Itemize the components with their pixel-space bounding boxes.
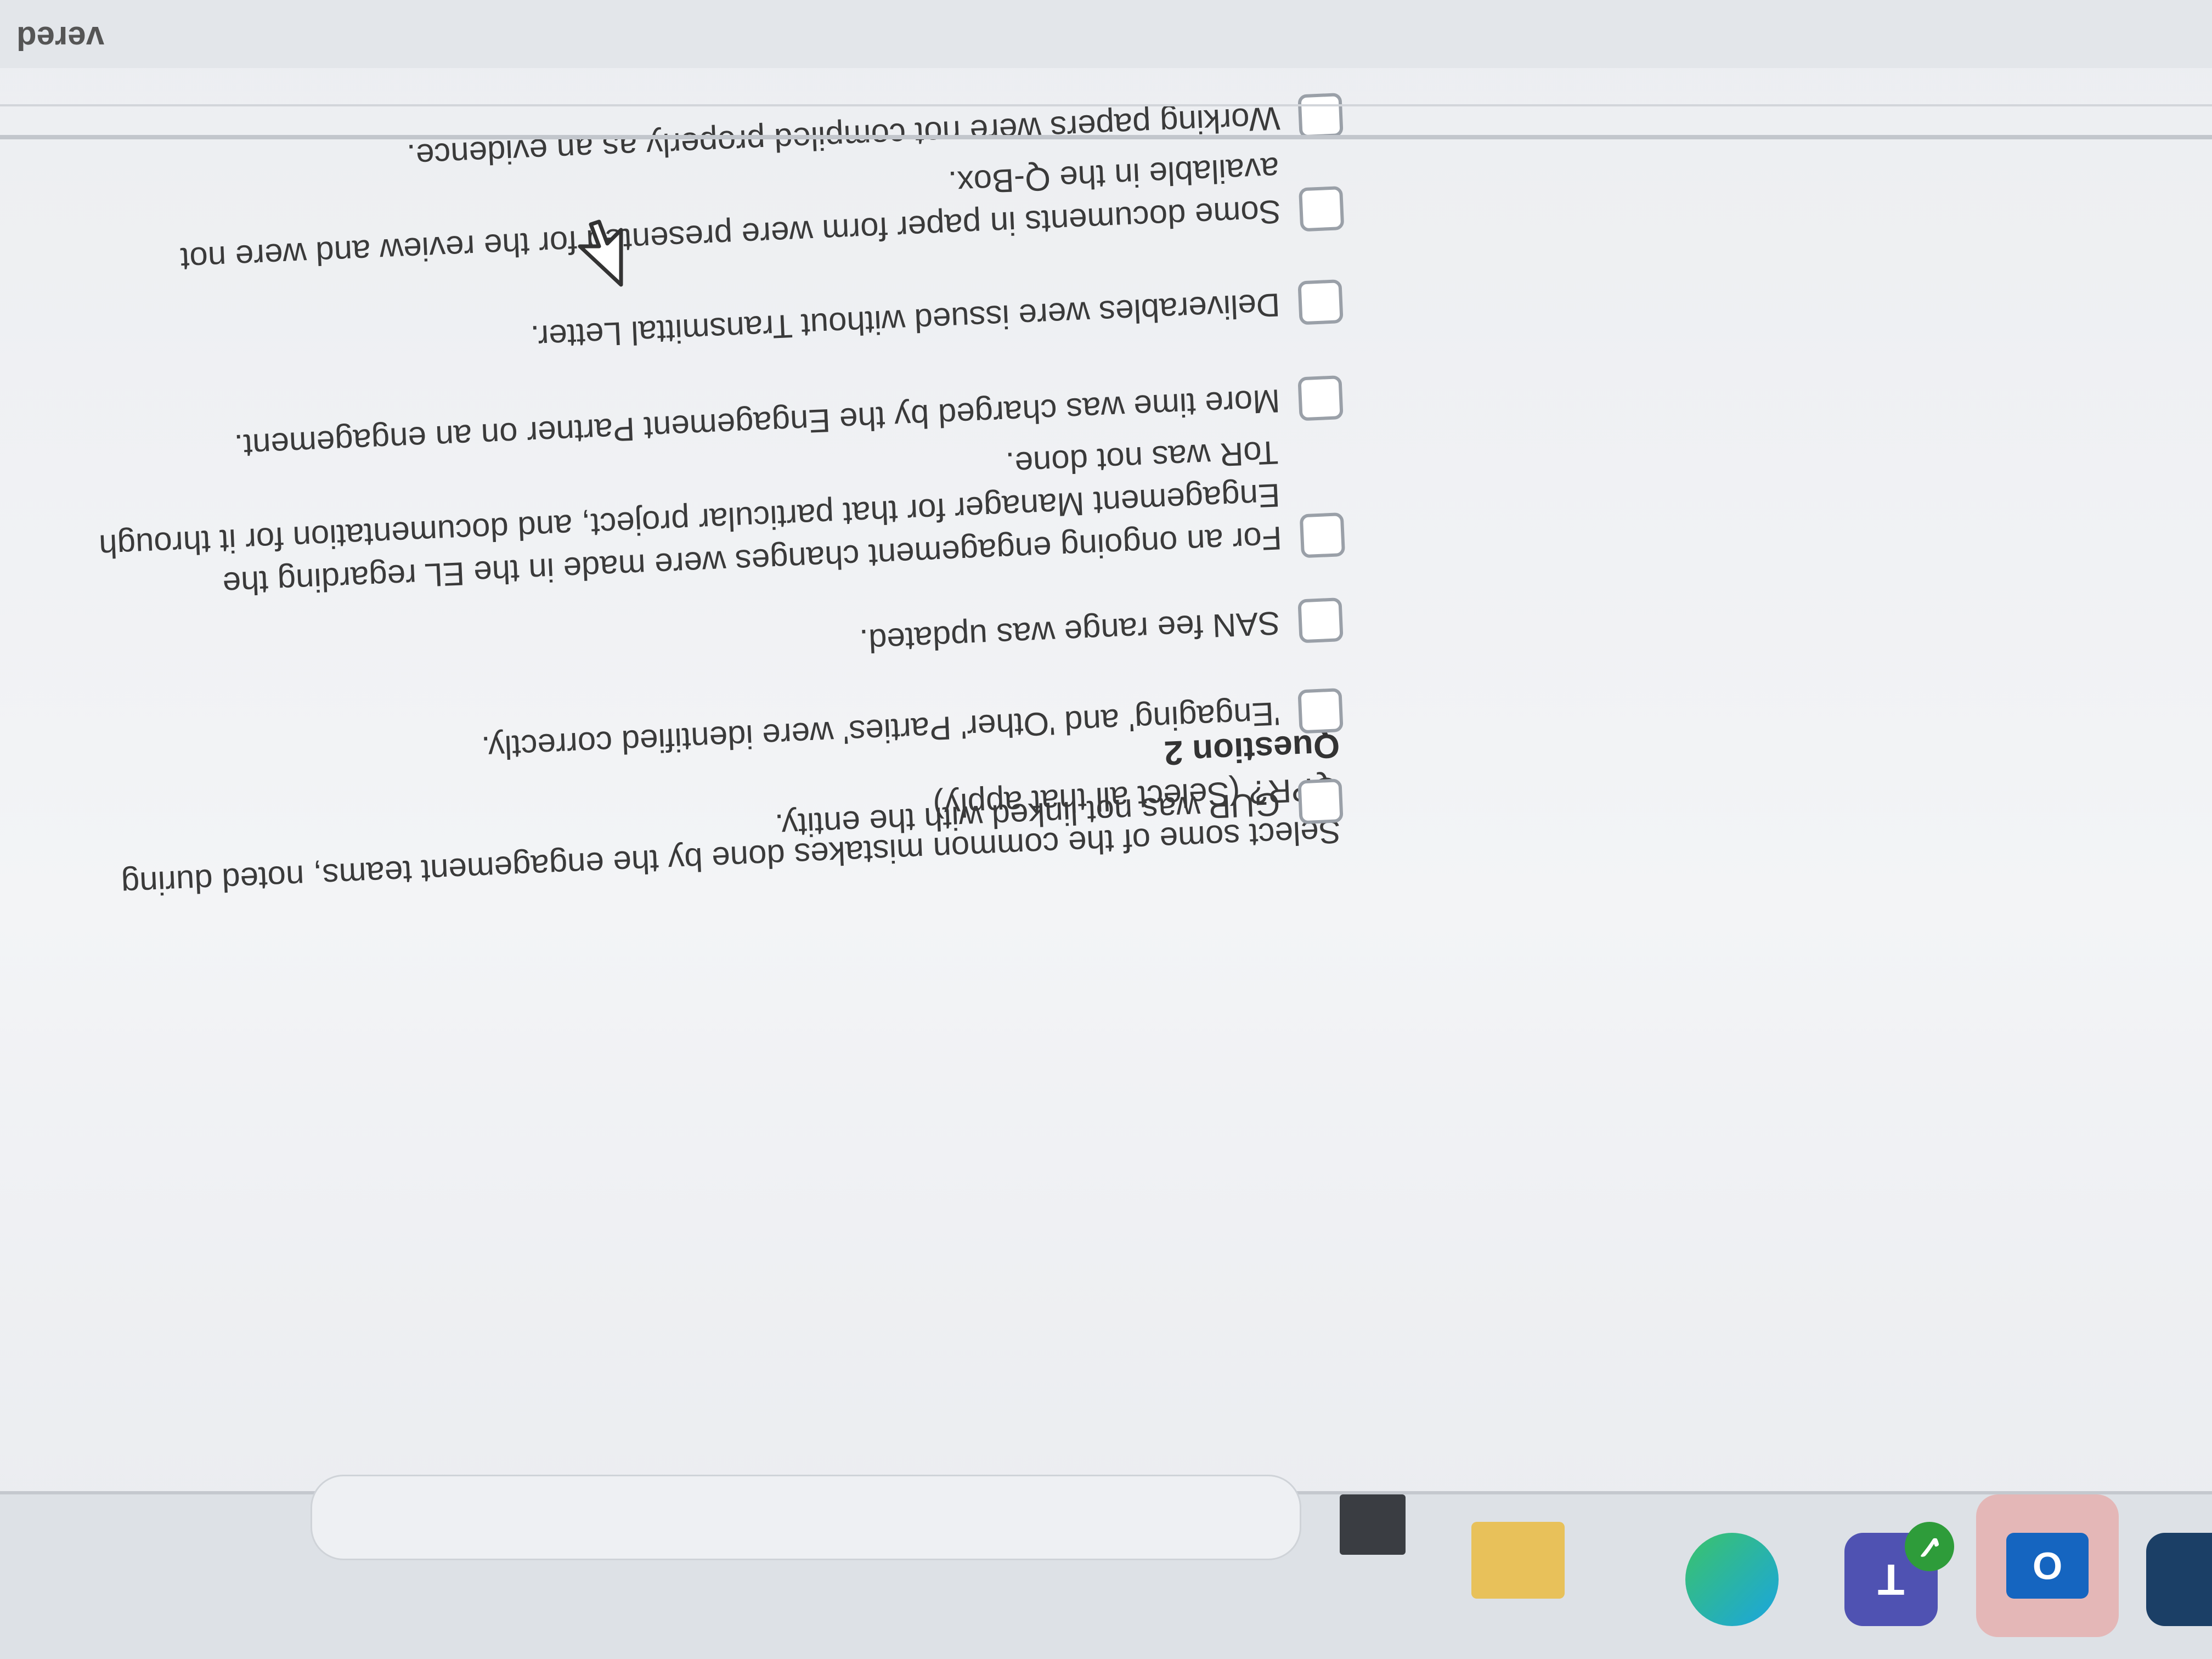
app-icon[interactable]	[1340, 1494, 1406, 1555]
answer-option[interactable]: SAN fee range was updated.	[81, 597, 1344, 696]
divider	[0, 104, 2212, 106]
checkbox[interactable]	[1297, 279, 1344, 325]
edge-icon[interactable]	[1685, 1533, 1779, 1626]
outlook-icon[interactable]: O	[1976, 1494, 2119, 1637]
checkbox[interactable]	[1297, 597, 1344, 644]
answer-option-label: Deliverables were issued without Transmi…	[529, 286, 1281, 356]
answer-option[interactable]: 'Engaging' and 'Other' Parties' were ide…	[81, 688, 1344, 787]
taskbar-search-box[interactable]	[311, 1475, 1301, 1560]
checkbox[interactable]	[1299, 512, 1346, 558]
taskbar: O T ✓	[0, 1475, 2212, 1659]
checkbox[interactable]	[1297, 375, 1344, 421]
teams-icon[interactable]: T ✓	[1844, 1522, 1954, 1626]
checkbox[interactable]	[1297, 778, 1344, 825]
answer-option[interactable]: Deliverables were issued without Transmi…	[81, 279, 1344, 378]
footer-bar	[0, 0, 2212, 68]
teams-letter: T	[1877, 1555, 1905, 1604]
divider	[0, 135, 2212, 139]
checkbox[interactable]	[1298, 186, 1345, 232]
footer-status-text: vered	[16, 20, 105, 57]
answer-option-label: 'Engaging' and 'Other' Parties' were ide…	[481, 695, 1281, 767]
screen: O T ✓ Question 2 Select some of the comm…	[0, 0, 2212, 1659]
mouse-pointer-icon	[578, 219, 623, 287]
checkbox[interactable]	[1297, 93, 1344, 139]
checkmark-badge-icon: ✓	[1905, 1522, 1954, 1571]
answer-option-label: SAN fee range was updated.	[859, 605, 1281, 660]
checkbox[interactable]	[1297, 688, 1344, 734]
outlook-letter: O	[2006, 1533, 2089, 1599]
app-icon[interactable]	[2146, 1533, 2212, 1626]
question-card: Question 2 Select some of the common mis…	[98, 93, 1773, 1401]
file-explorer-icon[interactable]	[1471, 1522, 1565, 1599]
